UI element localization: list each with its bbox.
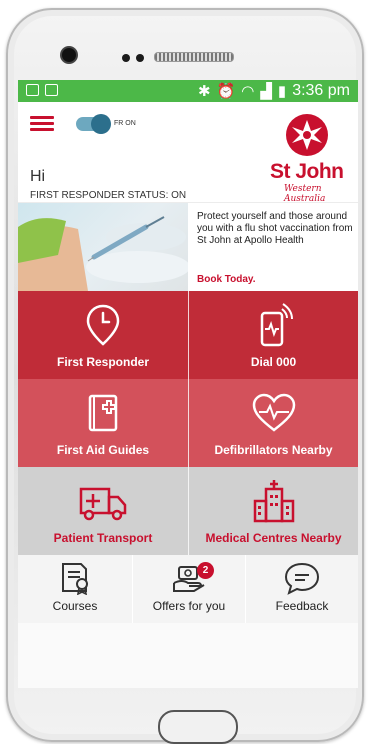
nav-feedback[interactable]: Feedback <box>245 555 358 623</box>
nav-label: Courses <box>52 599 98 613</box>
app-header: FR ON St John Western Australia Hi FIRST… <box>18 102 358 204</box>
gallery-notification-icon <box>26 84 39 96</box>
sensor-dot <box>136 54 144 62</box>
chat-bubble-icon <box>283 561 321 595</box>
earpiece-speaker <box>154 52 234 62</box>
front-camera <box>62 48 76 62</box>
offers-count-badge: 2 <box>197 562 214 579</box>
first-responder-toggle[interactable] <box>76 114 111 134</box>
nav-courses[interactable]: Courses <box>18 555 132 623</box>
nav-offers[interactable]: 2 Offers for you <box>132 555 245 623</box>
promo-text: Protect yourself and those around you wi… <box>197 211 353 246</box>
st-john-cross-logo-icon <box>286 114 328 156</box>
tile-label: First Aid Guides <box>56 443 150 457</box>
wifi-icon: ◠ <box>241 83 255 100</box>
logo-wordmark: St John <box>270 160 344 183</box>
app-screen: ✱ ⏰ ◠ ▟ ▮ 3:36 pm FR ON St John Western … <box>18 80 358 688</box>
book-today-link[interactable]: Book Today. <box>197 274 256 285</box>
patient-transport-tile[interactable]: Patient Transport <box>18 467 188 555</box>
responder-status-text: FIRST RESPONDER STATUS: ON <box>30 190 187 201</box>
sensor-dot <box>122 54 130 62</box>
ambulance-icon <box>78 479 128 523</box>
bottom-navigation: Courses 2 Offers for you Feedback <box>18 555 358 623</box>
flu-shot-promo-banner[interactable]: Protect yourself and those around you wi… <box>18 202 358 291</box>
logo-subtitle: Western Australia <box>284 184 326 204</box>
toggle-label: FR ON <box>114 120 136 127</box>
first-aid-book-icon <box>84 391 122 435</box>
nav-label: Feedback <box>275 599 329 613</box>
image-notification-icon <box>45 84 58 96</box>
tile-label: Dial 000 <box>250 355 297 369</box>
medical-centres-nearby-tile[interactable]: Medical Centres Nearby <box>188 467 358 555</box>
vaccination-photo <box>18 203 188 291</box>
tile-label: Defibrillators Nearby <box>214 443 333 457</box>
home-button[interactable] <box>158 710 238 744</box>
status-bar: ✱ ⏰ ◠ ▟ ▮ 3:36 pm <box>18 80 358 102</box>
first-aid-guides-tile[interactable]: First Aid Guides <box>18 379 188 467</box>
phone-call-icon <box>254 303 294 347</box>
dial-000-tile[interactable]: Dial 000 <box>188 291 358 379</box>
certificate-icon <box>58 561 92 595</box>
nav-label: Offers for you <box>152 599 226 613</box>
alarm-icon: ⏰ <box>216 83 236 100</box>
signal-icon: ▟ <box>260 83 272 100</box>
battery-icon: ▮ <box>277 83 287 100</box>
defibrillators-nearby-tile[interactable]: Defibrillators Nearby <box>188 379 358 467</box>
screen-bottom-padding <box>18 623 358 653</box>
hospital-building-icon <box>252 479 296 523</box>
first-responder-tile[interactable]: First Responder <box>18 291 188 379</box>
clock-pin-icon <box>85 303 121 347</box>
tile-label: Medical Centres Nearby <box>205 531 342 545</box>
greeting-text: Hi <box>30 168 46 185</box>
feature-grid: First Responder Dial 000 First Aid Guide… <box>18 291 358 555</box>
tile-label: First Responder <box>56 355 149 369</box>
heartbeat-icon <box>251 391 297 435</box>
bluetooth-icon: ✱ <box>198 83 211 100</box>
hamburger-menu-icon[interactable] <box>30 116 54 131</box>
tile-label: Patient Transport <box>53 531 153 545</box>
clock-time: 3:36 pm <box>292 82 350 99</box>
